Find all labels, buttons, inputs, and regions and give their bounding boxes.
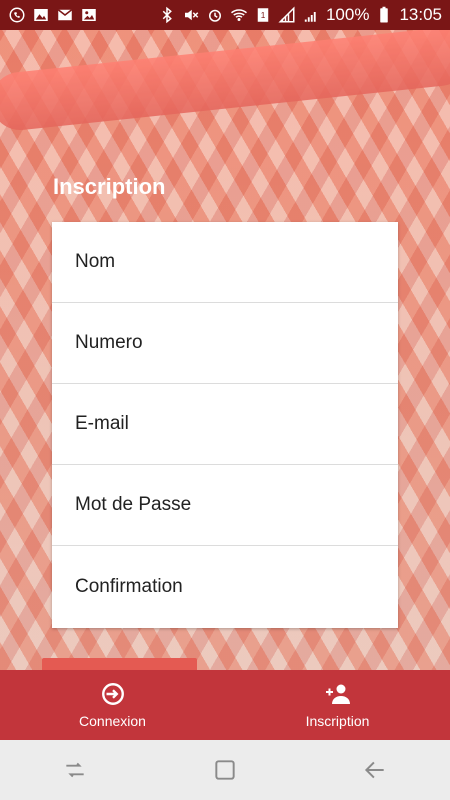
home-button[interactable]	[211, 756, 239, 784]
recents-icon	[66, 762, 84, 778]
status-right: 1 100% 13:05	[158, 5, 442, 25]
back-button[interactable]	[361, 756, 389, 784]
clock: 13:05	[399, 5, 442, 24]
field-numero	[52, 303, 398, 384]
field-nom	[52, 222, 398, 303]
battery-icon	[375, 6, 393, 24]
add-user-icon	[325, 681, 351, 707]
mail-icon	[56, 6, 74, 24]
confirmation-input[interactable]	[73, 574, 398, 599]
battery-percent: 100%	[325, 5, 370, 24]
field-email	[52, 384, 398, 465]
bottom-navigation: Connexion Inscription	[0, 670, 450, 740]
page-title: Inscription	[53, 174, 166, 199]
nav-connexion[interactable]: Connexion	[0, 670, 225, 740]
gallery-icon	[80, 6, 98, 24]
image-icon	[32, 6, 50, 24]
wifi-icon	[230, 6, 248, 24]
signal-icon	[278, 6, 296, 24]
recents-button[interactable]	[61, 756, 89, 784]
login-icon	[100, 681, 126, 707]
status-bar: 1 100% 13:05	[0, 0, 450, 30]
system-nav-bar	[0, 740, 450, 800]
svg-text:1: 1	[261, 11, 266, 20]
mute-icon	[182, 6, 200, 24]
email-input[interactable]	[73, 412, 398, 436]
bluetooth-icon	[158, 6, 176, 24]
back-icon	[364, 761, 384, 779]
signup-form	[52, 222, 398, 628]
status-left	[8, 6, 98, 24]
password-input[interactable]	[73, 493, 398, 517]
sim-icon: 1	[254, 6, 272, 24]
numero-input[interactable]	[73, 331, 398, 355]
whatsapp-icon	[8, 6, 26, 24]
alarm-icon	[206, 6, 224, 24]
nav-inscription-label: Inscription	[305, 713, 370, 729]
nav-inscription[interactable]: Inscription	[225, 670, 450, 740]
nom-input[interactable]	[73, 250, 398, 274]
signal2-icon	[302, 6, 320, 24]
nav-connexion-label: Connexion	[79, 713, 146, 729]
field-confirmation	[52, 546, 398, 627]
field-password	[52, 465, 398, 546]
home-icon	[215, 760, 235, 780]
